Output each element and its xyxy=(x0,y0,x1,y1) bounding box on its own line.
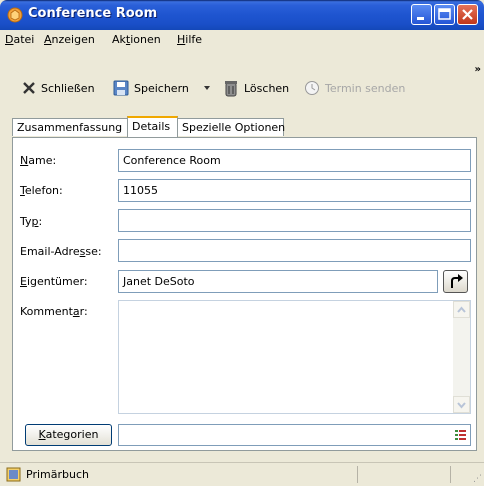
close-x-icon xyxy=(23,82,35,94)
clock-icon xyxy=(305,81,319,95)
tab-details[interactable]: Details xyxy=(127,116,178,137)
toolbar: Schließen Speichern Löschen Termin sende… xyxy=(0,52,484,108)
status-separator xyxy=(357,466,358,483)
type-field[interactable] xyxy=(118,209,471,232)
menu-bar: Datei Anzeigen Aktionen Hilfe xyxy=(0,30,484,50)
scroll-down-button[interactable] xyxy=(453,396,470,413)
name-field[interactable]: Conference Room xyxy=(118,149,471,172)
dropdown-arrow-icon xyxy=(204,86,210,90)
maximize-icon xyxy=(438,8,451,20)
tab-spezielle-optionen[interactable]: Spezielle Optionen xyxy=(177,118,285,136)
toolbar-overflow-chevron[interactable]: » xyxy=(475,64,481,75)
comment-textarea[interactable] xyxy=(118,300,471,414)
delete-button[interactable]: Löschen xyxy=(223,78,289,98)
chevron-down-icon xyxy=(457,402,466,409)
scroll-up-button[interactable] xyxy=(453,301,470,318)
categories-field[interactable] xyxy=(118,424,471,446)
email-field[interactable] xyxy=(118,239,471,262)
close-window-button[interactable] xyxy=(457,4,478,25)
resize-grip[interactable]: ⋰ xyxy=(473,474,482,484)
owner-select-button[interactable] xyxy=(443,270,468,293)
chevron-up-icon xyxy=(457,306,466,313)
status-separator xyxy=(450,466,451,483)
close-icon xyxy=(462,9,473,20)
title-bar[interactable]: Conference Room xyxy=(0,0,484,30)
save-icon xyxy=(113,80,129,96)
save-dropdown-button[interactable] xyxy=(203,78,211,98)
tab-zusammenfassung[interactable]: Zusammenfassung xyxy=(12,118,128,136)
categories-list-icon[interactable] xyxy=(455,430,466,440)
save-button[interactable]: Speichern xyxy=(113,78,189,98)
name-label: Name: xyxy=(20,154,57,167)
type-label: Typ: xyxy=(20,215,43,228)
menu-anzeigen[interactable]: Anzeigen xyxy=(44,33,95,46)
window-title: Conference Room xyxy=(28,6,158,21)
phone-label: Telefon: xyxy=(20,184,63,197)
menu-hilfe[interactable]: Hilfe xyxy=(177,33,202,46)
menu-datei[interactable]: Datei xyxy=(5,33,34,46)
comment-scrollbar[interactable] xyxy=(453,301,470,413)
comment-label: Kommentar: xyxy=(20,305,88,318)
close-toolbar-button[interactable]: Schließen xyxy=(22,78,95,98)
owner-field[interactable]: Janet DeSoto xyxy=(118,270,438,293)
status-bar: Primärbuch ⋰ xyxy=(0,462,484,486)
address-book-icon xyxy=(6,467,21,482)
resource-icon xyxy=(7,7,23,23)
minimize-icon xyxy=(417,17,424,20)
maximize-button[interactable] xyxy=(434,4,455,25)
phone-field[interactable]: 11055 xyxy=(118,179,471,202)
send-appointment-button[interactable]: Termin senden xyxy=(304,78,405,98)
arrow-jump-icon xyxy=(451,274,463,288)
minimize-button[interactable] xyxy=(411,4,432,25)
menu-aktionen[interactable]: Aktionen xyxy=(112,33,161,46)
categories-button[interactable]: Kategorien xyxy=(25,424,112,446)
email-label: Email-Adresse: xyxy=(20,245,102,258)
trash-icon xyxy=(225,81,237,97)
status-text: Primärbuch xyxy=(26,468,89,481)
owner-label: Eigentümer: xyxy=(20,275,88,288)
